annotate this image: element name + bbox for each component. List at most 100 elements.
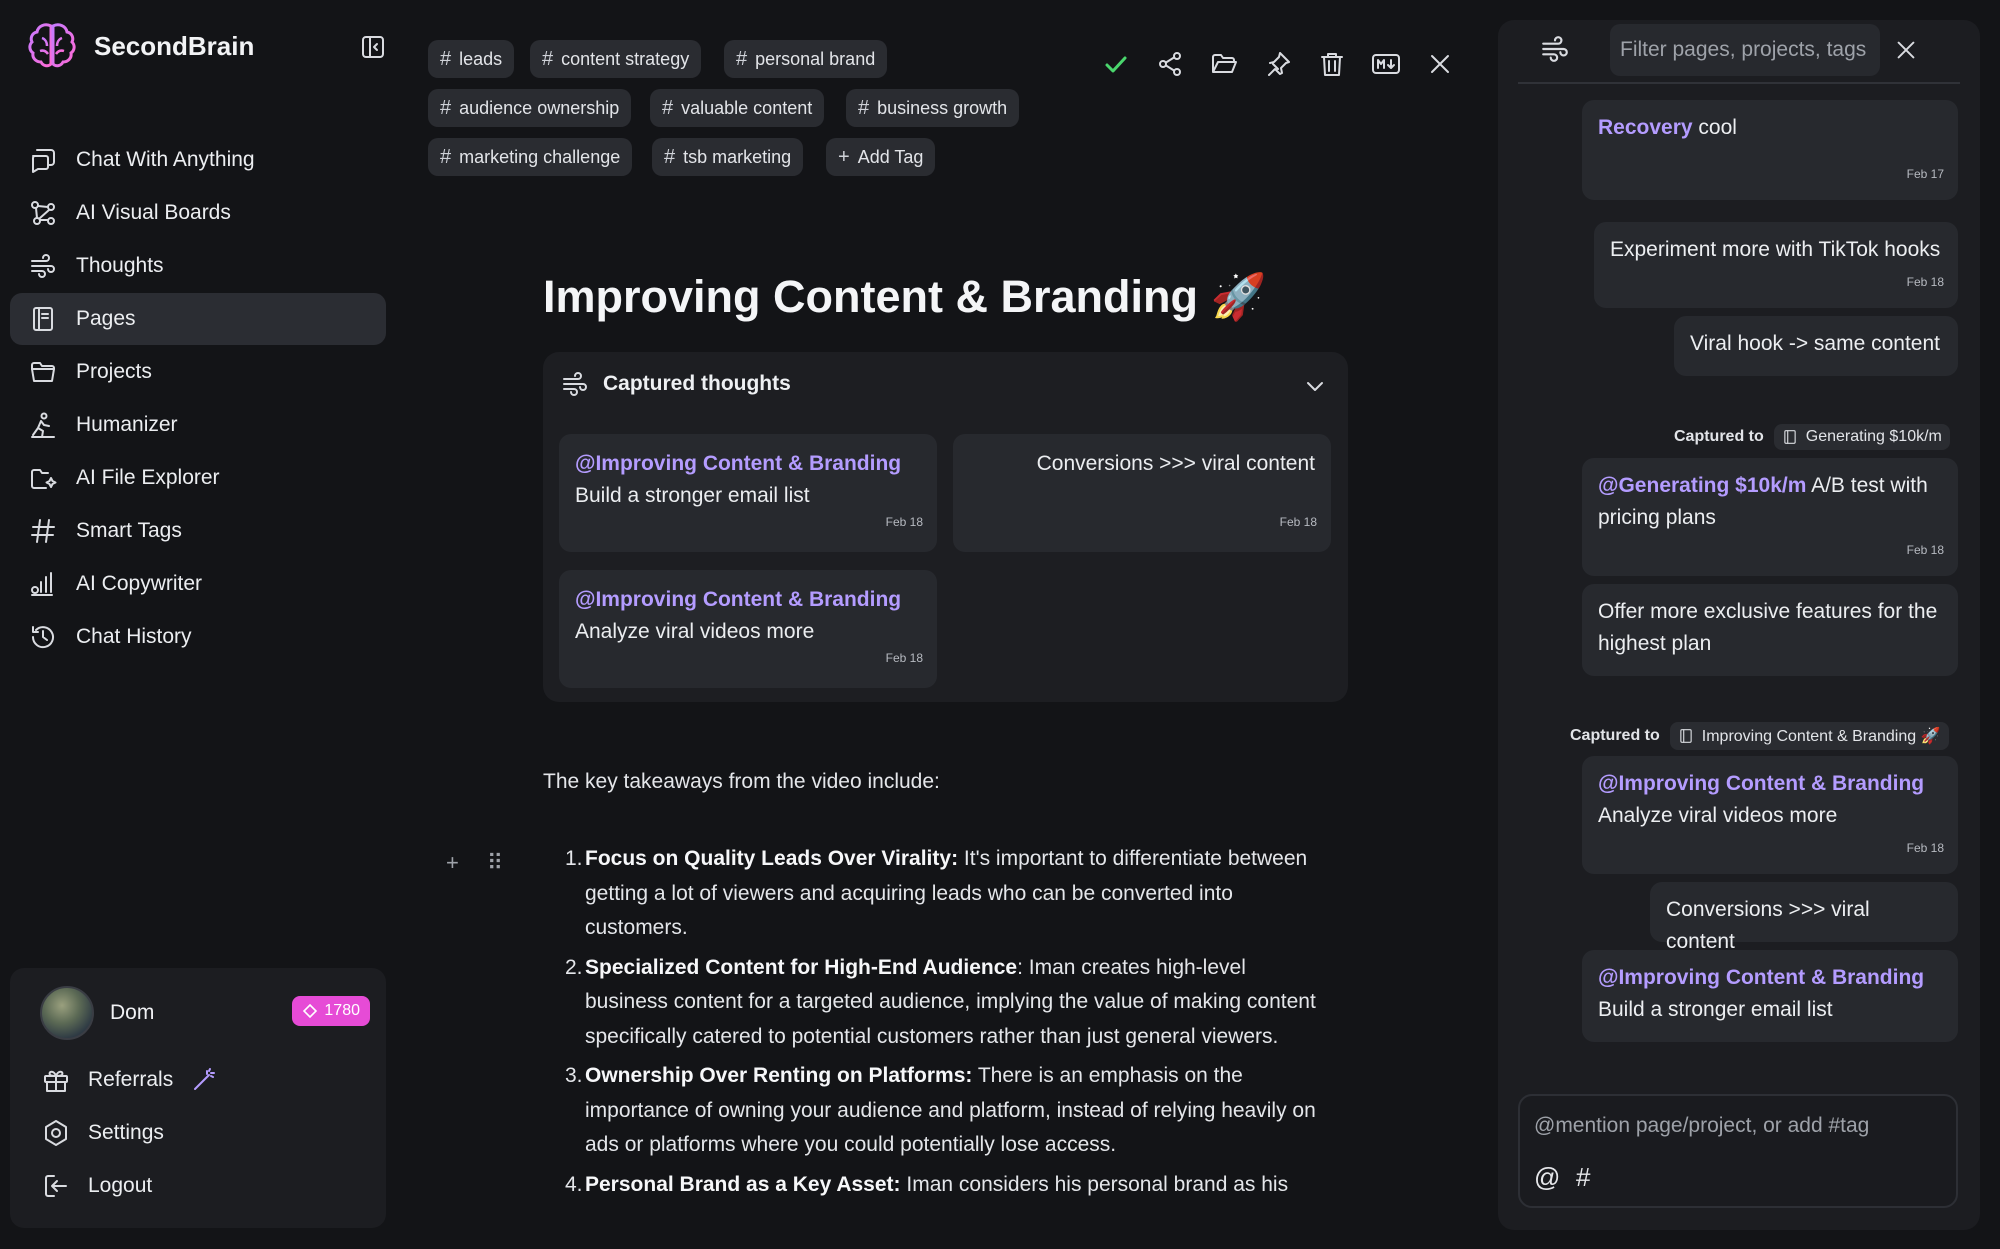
list-item: 1. Focus on Quality Leads Over Virality: … [565,847,1308,939]
close-page-button[interactable] [1424,48,1456,80]
page-mention[interactable]: Recovery [1598,116,1693,139]
brand[interactable]: SecondBrain [24,18,254,74]
credits-count: 1780 [324,1002,360,1019]
referrals-label: Referrals [88,1068,174,1091]
sidebar-item-projects[interactable]: Projects [10,346,386,398]
captured-to-page-chip[interactable]: Generating $10k/m [1773,424,1950,450]
page-mention[interactable]: @Improving Content & Branding [1598,966,1924,989]
thought-composer: @ # [1518,1094,1958,1208]
thoughts-panel: Recovery cool Feb 17 Experiment more wit… [1498,20,1980,1230]
person-icon [28,410,58,440]
add-tag-button[interactable]: + Add Tag [826,138,936,176]
user-profile[interactable]: Dom [40,986,154,1040]
hash-icon: # [440,47,452,70]
logout-link[interactable]: Logout [42,1172,152,1200]
share-icon [1159,52,1181,76]
captured-thoughts-panel: Captured thoughts @Improving Content & B… [543,352,1348,702]
thought-message[interactable]: @Improving Content & Branding Analyze vi… [1582,756,1958,874]
check-icon [1105,56,1127,73]
thought-message[interactable]: Offer more exclusive features for the hi… [1582,584,1958,676]
close-icon [1431,55,1449,73]
hash-icon: # [440,145,452,168]
hash-icon: # [858,96,870,119]
move-to-project-button[interactable] [1208,48,1240,80]
collapse-sidebar-button[interactable] [358,32,388,62]
page-icon [28,304,58,334]
saved-check-button[interactable] [1100,48,1132,80]
sidebar-item-ai-visual-boards[interactable]: AI Visual Boards [10,187,386,239]
credits-badge[interactable]: 1780 [292,996,370,1026]
tag-chip[interactable]: # tsb marketing [652,138,804,176]
thought-card[interactable]: Conversions >>> viral content Feb 18 [953,434,1331,552]
share-button[interactable] [1154,48,1186,80]
captured-to-page-chip[interactable]: Improving Content & Branding 🚀 [1669,722,1949,750]
brand-name: SecondBrain [94,30,255,61]
sidebar-item-ai-file-explorer[interactable]: AI File Explorer [10,452,386,504]
page-mention[interactable]: @Improving Content & Branding [575,588,901,611]
sidebar-item-chat-history[interactable]: Chat History [10,611,386,663]
tag-chip[interactable]: # marketing challenge [428,138,633,176]
sidebar-item-humanizer[interactable]: Humanizer [10,399,386,451]
sidebar-item-ai-copywriter[interactable]: AI Copywriter [10,558,386,610]
page-icon [1680,729,1692,743]
sidebar-item-smart-tags[interactable]: Smart Tags [10,505,386,557]
chevron-down-icon [1307,382,1323,391]
nodes-icon [28,198,58,228]
sidebar-nav: Chat With Anything AI Visual Boards Thou… [10,134,386,664]
sidebar-item-label: Chat With Anything [76,148,255,171]
thought-message[interactable]: Recovery cool Feb 17 [1582,100,1958,200]
captured-thoughts-header[interactable]: Captured thoughts [561,370,791,398]
gift-icon [44,1070,68,1092]
page-mention[interactable]: @Generating $10k/m [1598,474,1806,497]
thought-card[interactable]: @Improving Content & Branding Analyze vi… [559,570,937,688]
settings-link[interactable]: Settings [42,1119,164,1147]
tag-chip[interactable]: # leads [428,40,515,78]
user-name: Dom [110,1001,155,1024]
add-block-icon[interactable]: + [446,850,459,876]
filter-input[interactable] [1610,24,1880,76]
account-panel: Dom 1780 Referrals Settings Logout [10,968,386,1228]
hash-icon [28,516,58,546]
captured-to-label: Captured to Improving Content & Branding… [1570,722,1949,750]
hashtag-icon[interactable]: # [1576,1162,1590,1193]
sidebar-item-thoughts[interactable]: Thoughts [10,240,386,292]
export-markdown-button[interactable] [1370,48,1402,80]
sidebar-item-label: Thoughts [76,254,164,277]
drag-handle-icon[interactable]: ⠿ [487,850,503,876]
thought-card[interactable]: @Improving Content & Branding Build a st… [559,434,937,552]
tag-chip[interactable]: # content strategy [530,40,702,78]
page-mention[interactable]: @Improving Content & Branding [1598,772,1924,795]
pin-icon [1268,52,1290,76]
thought-message[interactable]: @Generating $10k/m A/B test with pricing… [1582,458,1958,576]
sidebar-item-pages[interactable]: Pages [10,293,386,345]
thought-text: Conversions >>> viral content [1036,452,1315,475]
page-icon [1784,430,1796,444]
block-controls: + ⠿ [446,850,503,876]
thought-message[interactable]: Conversions >>> viral content [1650,882,1958,953]
delete-button[interactable] [1316,48,1348,80]
list-item: 4. Personal Brand as a Key Asset: Iman co… [565,1172,1289,1196]
trash-icon [1321,53,1343,76]
thought-date: Feb 18 [885,515,923,529]
thought-date: Feb 18 [1279,515,1317,529]
close-panel-button[interactable] [1888,32,1924,68]
pin-button[interactable] [1262,48,1294,80]
sidebar: SecondBrain Chat With Anything AI Visual… [0,0,400,1249]
page-mention[interactable]: @Improving Content & Branding [575,452,901,475]
tag-chip[interactable]: # personal brand [724,40,888,78]
thought-message[interactable]: Experiment more with TikTok hooks Feb 18 [1594,222,1958,308]
chat-icon [28,145,58,175]
tag-chip[interactable]: # audience ownership [428,89,632,127]
collapse-captured-button[interactable] [1302,374,1328,400]
referrals-link[interactable]: Referrals [42,1066,217,1094]
thought-message[interactable]: Viral hook -> same content [1674,316,1958,376]
tag-chip[interactable]: # valuable content [650,89,825,127]
thought-date: Feb 18 [885,651,923,665]
thought-message[interactable]: @Improving Content & Branding Build a st… [1582,950,1958,1042]
thought-input[interactable] [1534,1106,1944,1146]
sidebar-item-chat-with-anything[interactable]: Chat With Anything [10,134,386,186]
tag-chip[interactable]: # business growth [846,89,1020,127]
mention-icon[interactable]: @ [1534,1162,1560,1193]
history-icon [28,622,58,652]
sidebar-item-label: Smart Tags [76,519,182,542]
